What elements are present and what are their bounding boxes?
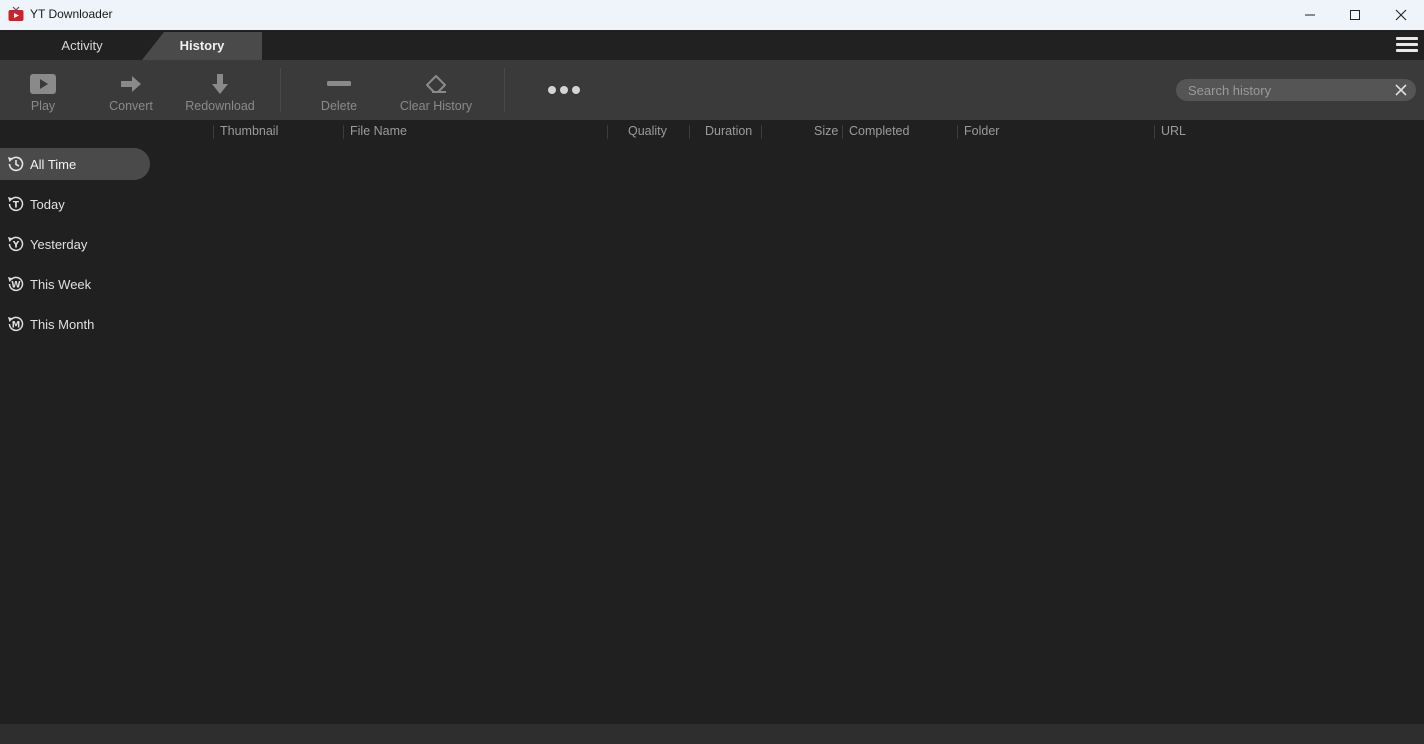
- search-input[interactable]: [1188, 79, 1388, 101]
- column-file-name[interactable]: File Name: [350, 124, 407, 138]
- tab-activity[interactable]: Activity: [22, 30, 142, 60]
- delete-label: Delete: [320, 99, 358, 113]
- window-title: YT Downloader: [30, 7, 113, 21]
- svg-text:Y: Y: [12, 241, 20, 251]
- more-dot: [560, 86, 568, 94]
- svg-text:W: W: [11, 281, 21, 291]
- tv-app-icon: [8, 6, 24, 21]
- redownload-button[interactable]: Redownload: [180, 60, 260, 120]
- column-size[interactable]: Size: [814, 124, 838, 138]
- clear-history-label: Clear History: [399, 99, 473, 113]
- column-separator: [761, 125, 762, 139]
- column-duration[interactable]: Duration: [705, 124, 752, 138]
- hamburger-menu-button[interactable]: [1396, 37, 1418, 55]
- sidebar-item-yesterday[interactable]: Y Yesterday: [0, 228, 150, 260]
- menu-line: [1396, 49, 1418, 52]
- search-box: [1176, 79, 1416, 101]
- sidebar-item-label: This Week: [30, 276, 92, 292]
- svg-text:M: M: [12, 321, 20, 331]
- sidebar-item-label: Today: [30, 196, 65, 212]
- play-icon: [30, 74, 56, 94]
- close-icon: [1395, 9, 1407, 21]
- sidebar-item-today[interactable]: T Today: [0, 188, 150, 220]
- t-circle-icon: T: [5, 193, 27, 215]
- more-options-button[interactable]: [548, 84, 580, 96]
- tab-activity-label: Activity: [61, 37, 103, 53]
- sidebar-item-this-month[interactable]: M This Month: [0, 308, 150, 340]
- delete-button[interactable]: Delete: [314, 60, 364, 120]
- title-bar: YT Downloader: [0, 0, 1424, 30]
- sidebar-item-this-week[interactable]: W This Week: [0, 268, 150, 300]
- maximize-button[interactable]: [1332, 0, 1378, 30]
- menu-line: [1396, 37, 1418, 40]
- column-url[interactable]: URL: [1161, 124, 1186, 138]
- convert-label: Convert: [109, 99, 153, 113]
- column-separator: [213, 125, 214, 139]
- toolbar-divider: [504, 68, 505, 112]
- redownload-label: Redownload: [185, 99, 255, 113]
- column-quality[interactable]: Quality: [628, 124, 667, 138]
- minimize-button[interactable]: [1287, 0, 1333, 30]
- status-bar: [0, 724, 1424, 744]
- history-table-header: Thumbnail File Name Quality Duration Siz…: [0, 120, 1424, 144]
- column-separator: [689, 125, 690, 139]
- svg-text:T: T: [13, 201, 20, 211]
- sidebar-item-label: Yesterday: [30, 236, 88, 252]
- arrow-right-icon: [121, 76, 141, 92]
- convert-button[interactable]: Convert: [101, 60, 161, 120]
- minimize-icon: [1305, 14, 1315, 16]
- toolbar-divider: [280, 68, 281, 112]
- m-circle-icon: M: [5, 313, 27, 335]
- close-window-button[interactable]: [1378, 0, 1424, 30]
- clock-history-icon: [5, 153, 27, 175]
- clear-search-icon[interactable]: [1395, 84, 1407, 96]
- eraser-icon: [426, 75, 446, 93]
- column-separator: [343, 125, 344, 139]
- more-dot: [548, 86, 556, 94]
- sidebar-item-label: All Time: [30, 156, 77, 172]
- maximize-icon: [1350, 10, 1360, 20]
- arrow-down-icon: [212, 74, 228, 94]
- column-separator: [607, 125, 608, 139]
- tab-bar: Activity History: [0, 30, 1424, 60]
- play-label: Play: [30, 99, 56, 113]
- clear-history-button[interactable]: Clear History: [392, 60, 480, 120]
- tab-history[interactable]: History: [142, 30, 262, 60]
- y-circle-icon: Y: [5, 233, 27, 255]
- column-separator: [957, 125, 958, 139]
- sidebar-item-label: This Month: [30, 316, 95, 332]
- column-thumbnail[interactable]: Thumbnail: [220, 124, 278, 138]
- minus-icon: [327, 81, 351, 86]
- column-folder[interactable]: Folder: [964, 124, 999, 138]
- more-dot: [572, 86, 580, 94]
- column-completed[interactable]: Completed: [849, 124, 909, 138]
- play-button[interactable]: Play: [18, 60, 68, 120]
- menu-line: [1396, 43, 1418, 46]
- tab-history-label: History: [179, 37, 225, 53]
- column-separator: [1154, 125, 1155, 139]
- column-separator: [842, 125, 843, 139]
- w-circle-icon: W: [5, 273, 27, 295]
- sidebar-item-all-time[interactable]: All Time: [0, 148, 150, 180]
